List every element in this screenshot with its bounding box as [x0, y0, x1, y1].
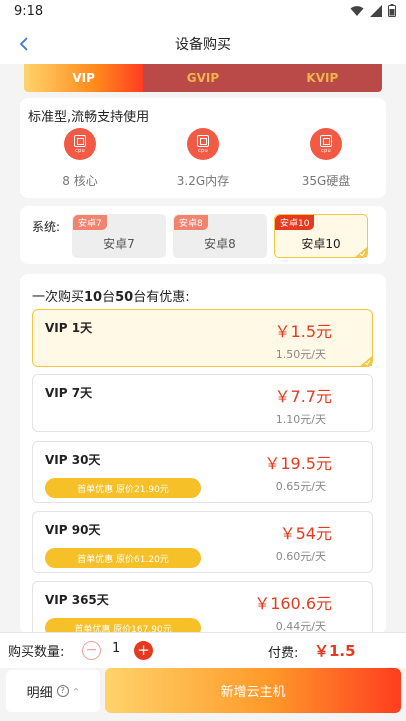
- help-icon: ?: [56, 685, 69, 697]
- os-name: 安卓7: [103, 237, 135, 251]
- plan-vip-1d[interactable]: VIP 1天 ￥1.5元 1.50元/天: [32, 309, 373, 367]
- os-option-android8[interactable]: 安卓8 安卓8: [173, 214, 267, 258]
- plan-price: ￥1.5元: [274, 322, 332, 341]
- os-name: 安卓8: [204, 237, 236, 251]
- total-label: 付费:: [268, 646, 299, 661]
- plan-name: VIP 30天: [45, 453, 101, 467]
- tab-vip[interactable]: VIP: [24, 64, 144, 92]
- add-cloud-host-button[interactable]: 新增云主机: [105, 668, 401, 713]
- signal-icon: [370, 4, 382, 17]
- quantity-bar: 购买数量: − 1 + 付费: ￥1.5: [0, 632, 406, 668]
- chevron-up-icon: ^: [72, 686, 80, 696]
- spec-disk: cpu 35G硬盘: [266, 128, 386, 189]
- selected-check-icon: [360, 356, 372, 366]
- quantity-label: 购买数量:: [8, 645, 65, 660]
- nav-bar: 设备购买: [0, 24, 406, 64]
- os-name: 安卓10: [301, 237, 341, 251]
- bottom-bar: 明细 ? ^ 新增云主机: [0, 668, 406, 721]
- status-time: 9:18: [14, 4, 44, 19]
- first-order-badge: 首单优惠 原价61.20元: [45, 548, 201, 568]
- battery-icon: [388, 4, 396, 17]
- plan-vip-365d[interactable]: VIP 365天 ￥160.6元 0.44元/天 首单优惠 原价167.90元: [32, 581, 373, 634]
- wifi-icon: [350, 5, 364, 16]
- spec-memory-value: 3.2G内存: [176, 174, 230, 188]
- status-bar: 9:18: [0, 0, 406, 24]
- status-icons: [350, 4, 396, 17]
- first-order-badge: 首单优惠 原价21.90元: [45, 478, 201, 498]
- os-option-android7[interactable]: 安卓7 安卓7: [72, 214, 166, 258]
- quantity-plus-button[interactable]: +: [134, 641, 153, 660]
- plan-name: VIP 365天: [45, 593, 109, 607]
- tab-kvip[interactable]: KVIP: [262, 64, 382, 92]
- cpu-icon: cpu: [310, 128, 342, 160]
- plan-daily-price: 0.60元/天: [275, 550, 326, 563]
- spec-cores: cpu 8 核心: [20, 128, 140, 189]
- plan-daily-price: 1.10元/天: [275, 413, 326, 426]
- plan-vip-7d[interactable]: VIP 7天 ￥7.7元 1.10元/天: [32, 374, 373, 432]
- quantity-minus-button[interactable]: −: [82, 641, 101, 660]
- plan-daily-price: 1.50元/天: [275, 348, 326, 361]
- plans-card: 一次购买10台50台有优惠: VIP 1天 ￥1.5元 1.50元/天 VIP …: [20, 274, 386, 634]
- os-label: 系统:: [32, 220, 61, 234]
- plan-name: VIP 7天: [45, 386, 93, 400]
- cpu-icon: cpu: [187, 128, 219, 160]
- vip-tabs: VIP GVIP KVIP: [24, 64, 382, 92]
- plan-price: ￥54元: [279, 524, 332, 543]
- os-tag: 安卓8: [174, 215, 208, 230]
- spec-cores-value: 8 核心: [62, 174, 98, 188]
- plan-price: ￥7.7元: [274, 387, 332, 406]
- spec-title: 标准型,流畅支持使用: [28, 110, 150, 125]
- os-card: 系统: 安卓7 安卓7 安卓8 安卓8 安卓10 安卓10: [20, 206, 386, 264]
- plan-daily-price: 0.65元/天: [275, 480, 326, 493]
- os-option-android10[interactable]: 安卓10 安卓10: [274, 214, 368, 258]
- plan-price: ￥160.6元: [254, 594, 332, 613]
- spec-memory: cpu 3.2G内存: [143, 128, 263, 189]
- page-title: 设备购买: [175, 37, 231, 53]
- promo-text: 一次购买10台50台有优惠:: [32, 290, 190, 305]
- cpu-icon: cpu: [64, 128, 96, 160]
- detail-label: 明细: [26, 685, 53, 701]
- detail-button[interactable]: 明细 ? ^: [6, 670, 100, 712]
- selected-check-icon: [355, 247, 367, 257]
- plan-name: VIP 90天: [45, 523, 101, 537]
- plan-price: ￥19.5元: [264, 454, 332, 473]
- total-value: ￥1.5: [314, 642, 356, 660]
- spec-card: 标准型,流畅支持使用 cpu 8 核心 cpu 3.2G内存 cpu 35G硬盘: [20, 98, 386, 198]
- os-tag: 安卓7: [73, 215, 107, 230]
- plan-vip-90d[interactable]: VIP 90天 ￥54元 0.60元/天 首单优惠 原价61.20元: [32, 511, 373, 573]
- plan-name: VIP 1天: [45, 321, 93, 335]
- quantity-value: 1: [112, 641, 121, 656]
- os-tag: 安卓10: [275, 215, 315, 230]
- tab-gvip[interactable]: GVIP: [143, 64, 263, 92]
- plan-vip-30d[interactable]: VIP 30天 ￥19.5元 0.65元/天 首单优惠 原价21.90元: [32, 441, 373, 503]
- spec-disk-value: 35G硬盘: [301, 174, 351, 188]
